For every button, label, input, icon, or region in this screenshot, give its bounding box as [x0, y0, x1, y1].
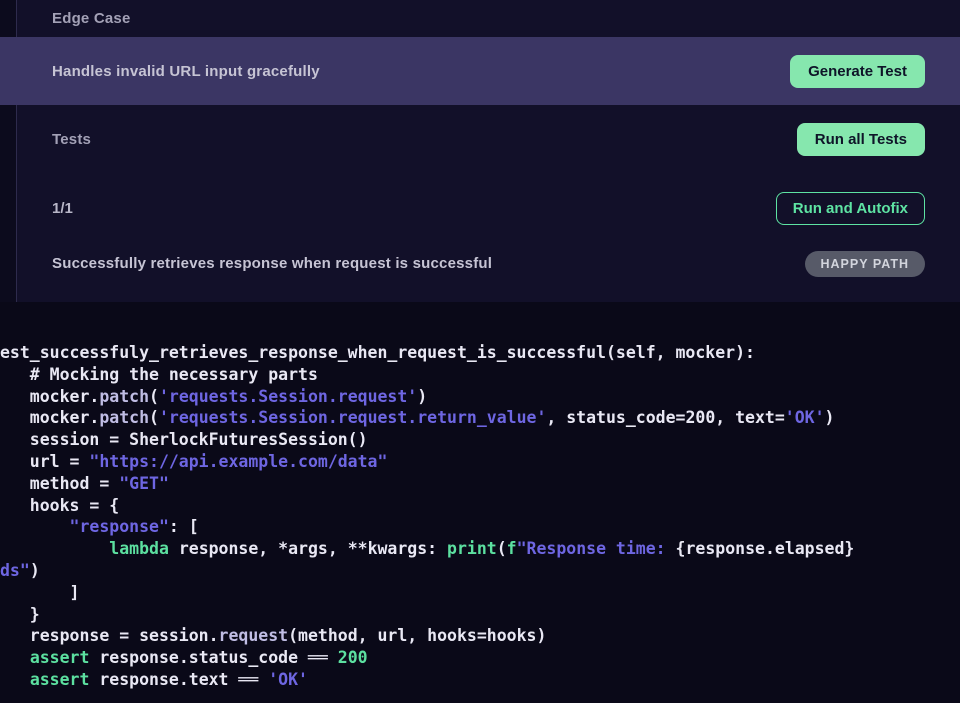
- code-lines[interactable]: est_successfuly_retrieves_response_when_…: [0, 342, 960, 691]
- code-line: assert response.text ══ 'OK': [0, 669, 960, 691]
- test-result-title: Successfully retrieves response when req…: [52, 255, 492, 272]
- code-line: }: [0, 604, 960, 626]
- run-and-autofix-button[interactable]: Run and Autofix: [776, 192, 925, 225]
- code-line: method = "GET": [0, 473, 960, 495]
- test-row-title: Handles invalid URL input gracefully: [52, 63, 320, 80]
- code-line: lambda response, *args, **kwargs: print(…: [0, 538, 960, 560]
- test-row-invalid-url[interactable]: Handles invalid URL input gracefully Gen…: [0, 37, 960, 105]
- run-all-tests-button[interactable]: Run all Tests: [797, 123, 925, 156]
- happy-path-badge: HAPPY PATH: [805, 251, 926, 277]
- code-line: ]: [0, 582, 960, 604]
- test-count: 1/1: [52, 200, 73, 217]
- test-list-panel: Edge Case Handles invalid URL input grac…: [0, 0, 960, 302]
- generate-test-button[interactable]: Generate Test: [790, 55, 925, 88]
- code-line: response = session.request(method, url, …: [0, 625, 960, 647]
- code-line: url = "https://api.example.com/data": [0, 451, 960, 473]
- code-line: # Mocking the necessary parts: [0, 364, 960, 386]
- test-progress-row: 1/1 Run and Autofix: [17, 173, 960, 243]
- code-line: hooks = {: [0, 495, 960, 517]
- code-line: est_successfuly_retrieves_response_when_…: [0, 342, 960, 364]
- code-line: mocker.patch('requests.Session.request.r…: [0, 407, 960, 429]
- tests-section-label: Tests: [52, 131, 91, 148]
- tests-section-row: Tests Run all Tests: [17, 105, 960, 173]
- code-line: "response": [: [0, 516, 960, 538]
- app-window: Edge Case Handles invalid URL input grac…: [0, 0, 960, 703]
- code-line: assert response.status_code ══ 200: [0, 647, 960, 669]
- test-result-row[interactable]: Successfully retrieves response when req…: [17, 243, 960, 284]
- code-line: session = SherlockFuturesSession(): [0, 429, 960, 451]
- code-line: ds"): [0, 560, 960, 582]
- panel-content: Edge Case Handles invalid URL input grac…: [17, 0, 960, 302]
- code-line: mocker.patch('requests.Session.request'): [0, 386, 960, 408]
- edge-case-section-label: Edge Case: [52, 10, 131, 27]
- edge-case-section-row: Edge Case: [17, 0, 960, 37]
- code-editor-pane[interactable]: est_successfuly_retrieves_response_when_…: [0, 302, 960, 703]
